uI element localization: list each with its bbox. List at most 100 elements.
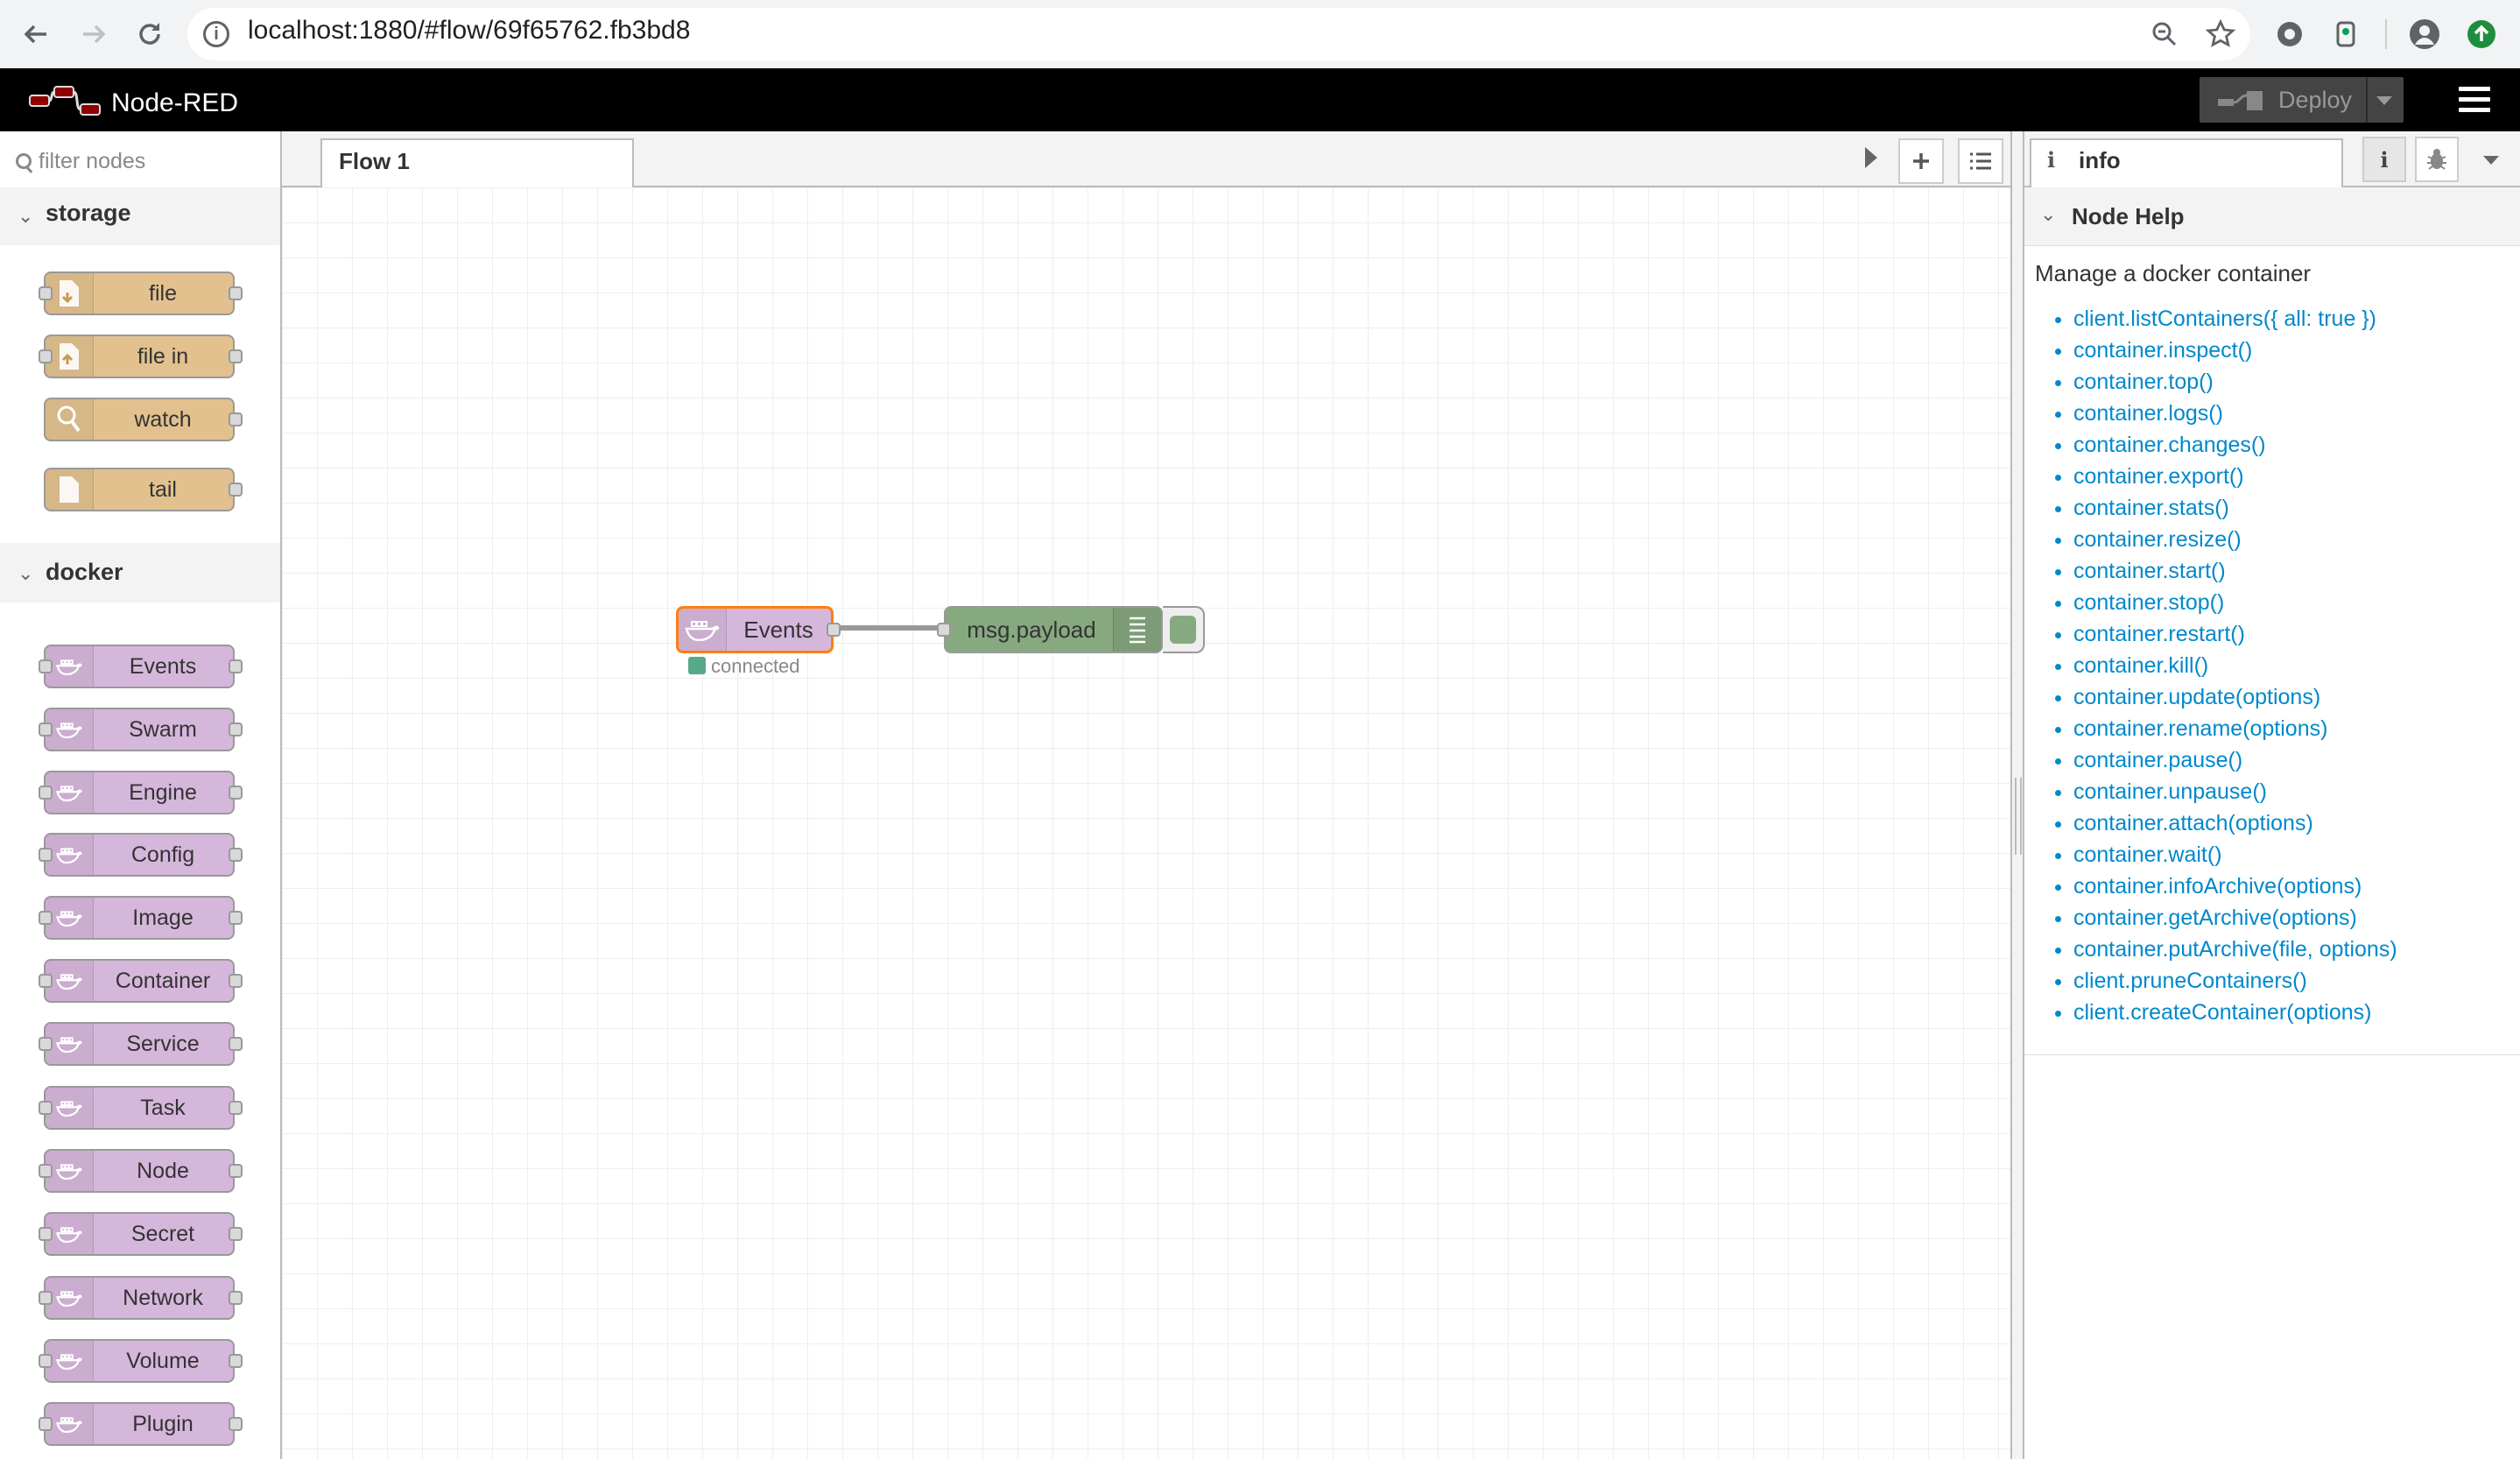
help-method-label[interactable]: client.pruneContainers() — [2073, 969, 2307, 993]
deploy-label[interactable]: Deploy — [2278, 87, 2352, 114]
palette-node-events[interactable]: Events — [44, 645, 235, 688]
reload-icon[interactable] — [128, 12, 172, 56]
profile-avatar-icon[interactable] — [2407, 17, 2442, 52]
palette-node-watch[interactable]: watch — [44, 398, 235, 441]
palette-node-task[interactable]: Task — [44, 1086, 235, 1130]
help-method-label[interactable]: container.logs() — [2073, 401, 2223, 426]
bookmark-star-icon[interactable] — [2203, 17, 2238, 52]
debug-toggle-button[interactable] — [1163, 606, 1205, 653]
extension-icon[interactable] — [2329, 17, 2364, 52]
palette-node-container[interactable]: Container — [44, 959, 235, 1003]
help-method-label[interactable]: container.changes() — [2073, 433, 2266, 457]
palette-node-service[interactable]: Service — [44, 1022, 235, 1066]
help-method-label[interactable]: container.pause() — [2073, 748, 2242, 772]
help-method-link[interactable]: container.update(options) — [2073, 681, 2520, 713]
palette-node-file[interactable]: file — [44, 271, 235, 315]
palette-node-secret[interactable]: Secret — [44, 1212, 235, 1256]
tab-info[interactable] — [2030, 138, 2343, 187]
node-output-port[interactable] — [827, 623, 841, 637]
sidebar-menu-caret-icon[interactable] — [2483, 156, 2499, 165]
palette-node-file-in[interactable]: file in — [44, 335, 235, 378]
deploy-options-caret-icon[interactable] — [2376, 96, 2392, 105]
update-icon[interactable] — [2464, 17, 2499, 52]
forward-arrow-icon[interactable] — [72, 12, 116, 56]
help-method-label[interactable]: container.putArchive(file, options) — [2073, 937, 2397, 962]
site-info-icon[interactable]: i — [203, 21, 229, 47]
main-menu-hamburger-icon[interactable] — [2459, 85, 2490, 115]
help-method-link[interactable]: container.putArchive(file, options) — [2073, 934, 2520, 965]
help-method-label[interactable]: container.update(options) — [2073, 685, 2320, 709]
help-method-label[interactable]: client.listContainers({ all: true }) — [2073, 307, 2376, 331]
help-method-link[interactable]: container.infoArchive(options) — [2073, 870, 2520, 902]
help-method-link[interactable]: container.logs() — [2073, 398, 2520, 429]
help-method-label[interactable]: container.rename(options) — [2073, 716, 2327, 741]
help-method-link[interactable]: container.resize() — [2073, 524, 2520, 555]
help-method-label[interactable]: container.inspect() — [2073, 338, 2252, 363]
help-method-link[interactable]: container.getArchive(options) — [2073, 902, 2520, 934]
chevron-down-icon[interactable]: ⌄ — [2040, 203, 2056, 226]
help-method-link[interactable]: container.restart() — [2073, 618, 2520, 650]
zoom-icon[interactable] — [2147, 17, 2182, 52]
back-arrow-icon[interactable] — [14, 12, 58, 56]
node-input-port[interactable] — [937, 623, 951, 637]
splitter-grip[interactable] — [2015, 778, 2022, 855]
node-input-port — [39, 659, 53, 673]
list-flows-button[interactable] — [1958, 138, 2003, 184]
palette-node-volume[interactable]: Volume — [44, 1339, 235, 1383]
help-method-label[interactable]: container.top() — [2073, 370, 2214, 394]
flow-node-debug[interactable]: msg.payload — [944, 606, 1163, 653]
flow-node-events[interactable]: Events — [676, 606, 834, 653]
flow-canvas[interactable] — [282, 187, 2010, 1459]
palette-category-docker[interactable]: ⌄ docker — [0, 545, 280, 603]
info-tab-label[interactable]: info — [2079, 147, 2121, 174]
help-method-label[interactable]: container.resize() — [2073, 527, 2242, 552]
help-method-link[interactable]: container.inspect() — [2073, 335, 2520, 366]
add-flow-button[interactable] — [1898, 138, 1944, 184]
node-help-title[interactable]: Node Help — [2072, 203, 2185, 230]
help-method-label[interactable]: container.infoArchive(options) — [2073, 874, 2362, 899]
help-method-label[interactable]: container.wait() — [2073, 842, 2222, 867]
palette-node-plugin[interactable]: Plugin — [44, 1402, 235, 1446]
extension-icon[interactable] — [2272, 17, 2307, 52]
help-method-link[interactable]: container.attach(options) — [2073, 807, 2520, 839]
help-method-link[interactable]: container.top() — [2073, 366, 2520, 398]
flow-tab-label[interactable]: Flow 1 — [339, 148, 410, 175]
help-method-label[interactable]: container.restart() — [2073, 622, 2245, 646]
help-method-label[interactable]: container.unpause() — [2073, 779, 2267, 804]
filter-nodes-input[interactable] — [39, 147, 266, 175]
help-method-link[interactable]: container.wait() — [2073, 839, 2520, 870]
help-method-label[interactable]: container.attach(options) — [2073, 811, 2313, 835]
palette-node-image[interactable]: Image — [44, 896, 235, 940]
help-method-link[interactable]: container.changes() — [2073, 429, 2520, 461]
help-method-label[interactable]: client.createContainer(options) — [2073, 1000, 2371, 1025]
info-tab-button[interactable]: i — [2362, 137, 2406, 182]
help-method-label[interactable]: container.stop() — [2073, 590, 2224, 615]
help-method-label[interactable]: container.export() — [2073, 464, 2244, 489]
help-method-label[interactable]: container.kill() — [2073, 653, 2208, 678]
flow-wire[interactable] — [832, 625, 946, 631]
palette-node-tail[interactable]: tail — [44, 468, 235, 511]
help-method-link[interactable]: container.start() — [2073, 555, 2520, 587]
help-method-link[interactable]: client.pruneContainers() — [2073, 965, 2520, 997]
help-method-link[interactable]: container.rename(options) — [2073, 713, 2520, 744]
help-method-link[interactable]: container.kill() — [2073, 650, 2520, 681]
help-method-label[interactable]: container.stats() — [2073, 496, 2229, 520]
help-method-link[interactable]: client.createContainer(options) — [2073, 997, 2520, 1028]
palette-node-swarm[interactable]: Swarm — [44, 708, 235, 751]
scroll-tabs-right-icon[interactable] — [1865, 147, 1877, 168]
help-method-link[interactable]: client.listContainers({ all: true }) — [2073, 303, 2520, 335]
help-method-link[interactable]: container.pause() — [2073, 744, 2520, 776]
help-method-link[interactable]: container.stop() — [2073, 587, 2520, 618]
debug-tab-button[interactable] — [2415, 137, 2459, 182]
palette-node-engine[interactable]: Engine — [44, 771, 235, 814]
palette-node-config[interactable]: Config — [44, 833, 235, 877]
help-method-label[interactable]: container.start() — [2073, 559, 2226, 583]
palette-node-network[interactable]: Network — [44, 1276, 235, 1320]
url-text[interactable]: localhost:1880/#flow/69f65762.fb3bd8 — [248, 16, 690, 46]
help-method-link[interactable]: container.export() — [2073, 461, 2520, 492]
palette-node-node[interactable]: Node — [44, 1149, 235, 1193]
help-method-label[interactable]: container.getArchive(options) — [2073, 906, 2357, 930]
palette-category-storage[interactable]: ⌄ storage — [0, 187, 280, 246]
help-method-link[interactable]: container.unpause() — [2073, 776, 2520, 807]
help-method-link[interactable]: container.stats() — [2073, 492, 2520, 524]
